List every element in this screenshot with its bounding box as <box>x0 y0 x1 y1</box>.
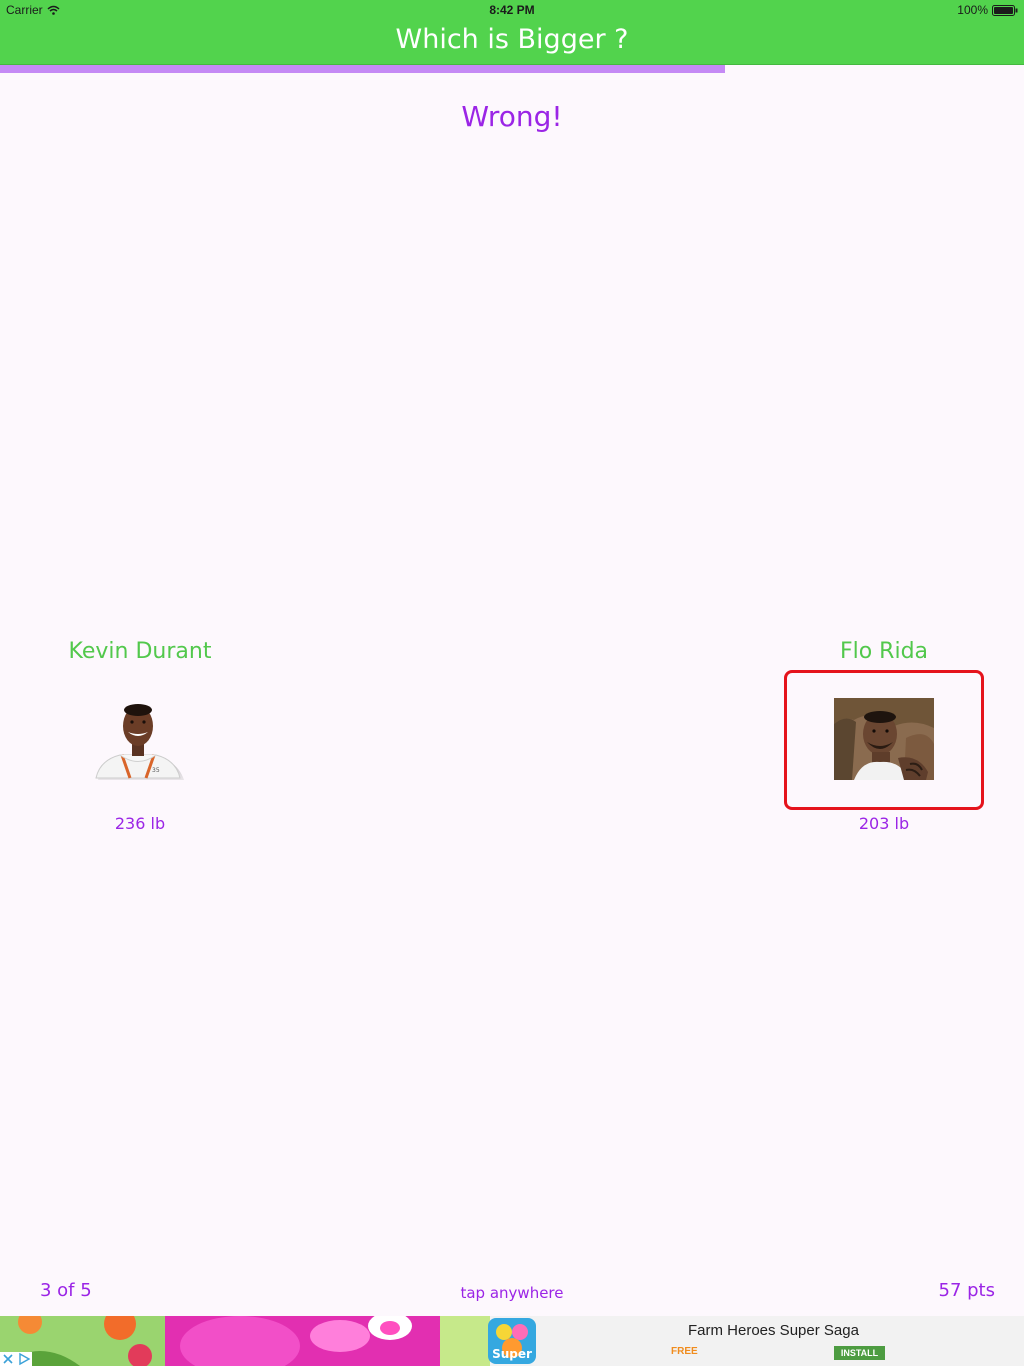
quiz-progress-fill <box>0 65 725 73</box>
contender-weight-left: 236 lb <box>114 814 166 833</box>
ad-controls[interactable] <box>0 1352 32 1366</box>
ad-banner[interactable]: Super Farm Heroes Super Saga FREE INSTAL… <box>0 1316 1024 1366</box>
battery-percent: 100% <box>957 3 988 17</box>
page-title: Which is Bigger ? <box>395 24 629 55</box>
ad-artwork[interactable] <box>0 1316 490 1366</box>
ad-title[interactable]: Farm Heroes Super Saga <box>688 1322 859 1339</box>
tap-anywhere-hint[interactable]: tap anywhere <box>0 1284 1024 1302</box>
ad-install-button[interactable]: INSTALL <box>834 1346 885 1360</box>
navigation-bar: Which is Bigger ? <box>0 20 1024 65</box>
ad-choices-icon[interactable] <box>17 1352 31 1366</box>
contender-photo-left[interactable]: 35 <box>92 700 188 782</box>
contender-photo-right[interactable] <box>834 698 934 780</box>
contender-name-right: Flo Rida <box>839 639 929 664</box>
close-icon[interactable] <box>1 1352 15 1366</box>
battery-indicator: 100% <box>957 3 1018 17</box>
quiz-progress-bar <box>0 65 1024 73</box>
ad-app-icon[interactable]: Super <box>488 1318 536 1364</box>
contender-name-left: Kevin Durant <box>68 639 212 664</box>
ad-price: FREE <box>671 1346 698 1357</box>
status-bar: Carrier 8:42 PM 100% <box>0 0 1024 20</box>
answer-result: Wrong! <box>461 100 563 133</box>
svg-text:35: 35 <box>152 767 160 774</box>
score-label: 57 pts <box>938 1280 996 1301</box>
ad-app-icon-label: Super <box>492 1347 532 1361</box>
battery-icon <box>992 4 1018 16</box>
contender-weight-right: 203 lb <box>858 814 910 833</box>
status-time: 8:42 PM <box>489 3 535 17</box>
